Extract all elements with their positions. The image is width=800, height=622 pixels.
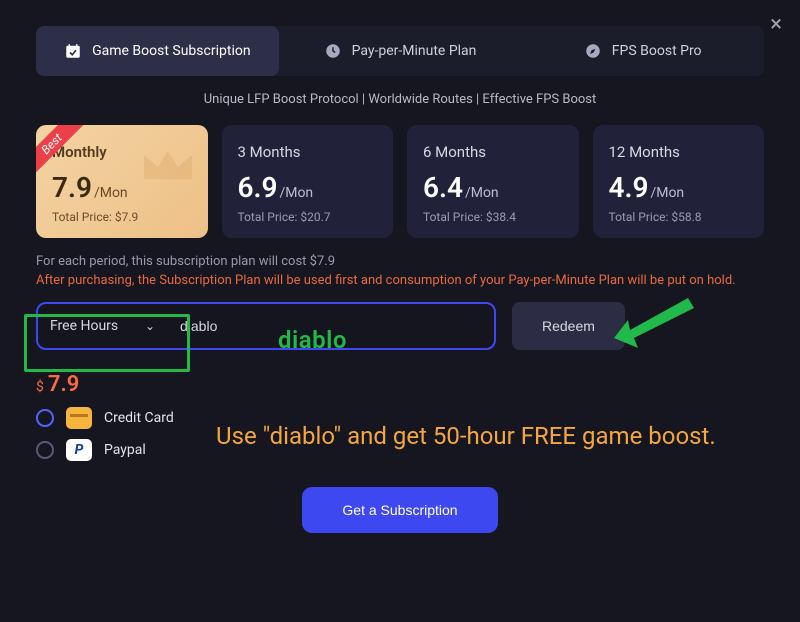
plan-price: 4.9 <box>609 171 649 204</box>
tab-label: Pay-per-Minute Plan <box>352 43 477 59</box>
plan-title: 6 Months <box>423 143 563 161</box>
tab-label: Game Boost Subscription <box>92 43 250 59</box>
payment-methods: Credit Card P Paypal <box>36 407 764 461</box>
pay-paypal[interactable]: P Paypal <box>36 439 764 461</box>
subheading: Unique LFP Boost Protocol | Worldwide Ro… <box>36 92 764 107</box>
pay-label: Paypal <box>104 442 146 458</box>
chevron-down-icon: ⌄ <box>145 319 155 333</box>
code-type-label: Free Hours <box>50 318 118 334</box>
redeem-button[interactable]: Redeem <box>512 302 625 350</box>
currency-symbol: $ <box>36 379 44 395</box>
plan-title: 12 Months <box>609 143 749 161</box>
credit-card-icon <box>66 407 92 429</box>
calendar-check-icon <box>64 42 82 60</box>
plan-total: Total Price: $58.8 <box>609 210 749 224</box>
tab-pay-per-minute[interactable]: Pay-per-Minute Plan <box>279 26 522 76</box>
plan-unit: /Mon <box>465 185 499 201</box>
plan-total: Total Price: $38.4 <box>423 210 563 224</box>
plan-total: Total Price: $7.9 <box>52 210 192 224</box>
plan-price: 7.9 <box>52 171 92 204</box>
plan-price: 6.4 <box>423 171 463 204</box>
redeem-row: Free Hours ⌄ Redeem <box>36 302 764 350</box>
plan-card-6mo[interactable]: 6 Months 6.4 /Mon Total Price: $38.4 <box>407 125 579 238</box>
plan-title: 3 Months <box>238 143 378 161</box>
plan-unit: /Mon <box>94 185 128 201</box>
cost-display: $ 7.9 <box>36 372 764 397</box>
paypal-icon: P <box>66 439 92 461</box>
plan-total: Total Price: $20.7 <box>238 210 378 224</box>
get-subscription-button[interactable]: Get a Subscription <box>302 487 497 533</box>
period-note: For each period, this subscription plan … <box>36 254 764 269</box>
radio-checked-icon <box>36 409 54 427</box>
tab-label: FPS Boost Pro <box>612 43 702 59</box>
redeem-code-input[interactable] <box>168 304 494 348</box>
pay-label: Credit Card <box>104 410 174 426</box>
close-icon[interactable]: × <box>770 14 782 36</box>
pay-credit-card[interactable]: Credit Card <box>36 407 764 429</box>
plan-warning: After purchasing, the Subscription Plan … <box>36 273 764 288</box>
plan-unit: /Mon <box>279 185 313 201</box>
plan-card-12mo[interactable]: 12 Months 4.9 /Mon Total Price: $58.8 <box>593 125 765 238</box>
tab-game-boost-sub[interactable]: Game Boost Subscription <box>36 26 279 76</box>
tab-fps-boost-pro[interactable]: FPS Boost Pro <box>521 26 764 76</box>
radio-unchecked-icon <box>36 441 54 459</box>
code-input-wrap: Free Hours ⌄ <box>36 302 496 350</box>
code-type-select[interactable]: Free Hours ⌄ <box>38 304 168 348</box>
plan-cards: Best Monthly 7.9 /Mon Total Price: $7.9 … <box>36 125 764 238</box>
compass-icon <box>584 42 602 60</box>
plan-tabs: Game Boost Subscription Pay-per-Minute P… <box>36 26 764 76</box>
plan-unit: /Mon <box>650 185 684 201</box>
clock-icon <box>324 42 342 60</box>
crown-icon <box>140 145 196 189</box>
plan-card-3mo[interactable]: 3 Months 6.9 /Mon Total Price: $20.7 <box>222 125 394 238</box>
cost-amount: 7.9 <box>48 372 79 397</box>
plan-card-monthly[interactable]: Best Monthly 7.9 /Mon Total Price: $7.9 <box>36 125 208 238</box>
plan-price: 6.9 <box>238 171 278 204</box>
